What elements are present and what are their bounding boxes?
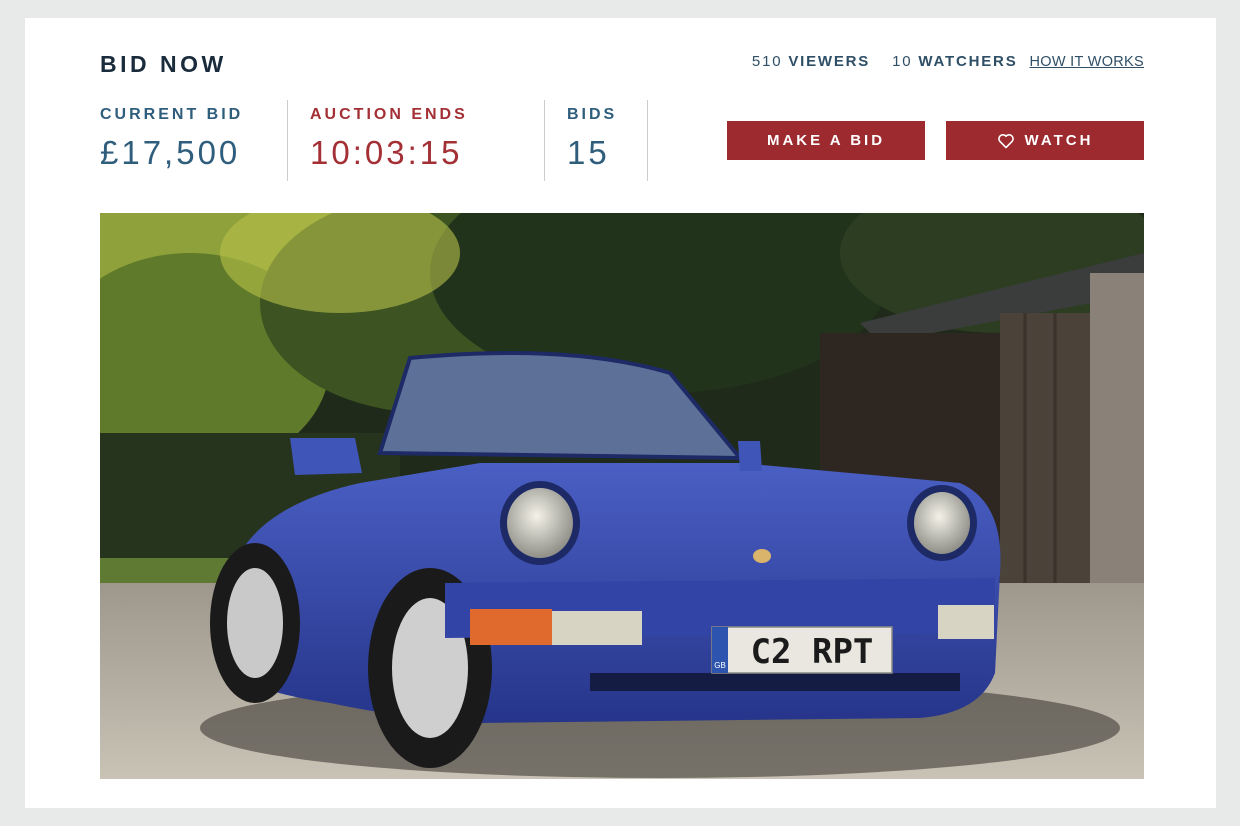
audience-stats: 510 VIEWERS 10 WATCHERS HOW IT WORKS xyxy=(752,53,1144,70)
current-bid-metric: CURRENT BID £17,500 xyxy=(100,100,287,181)
license-plate-text: C2 RPT xyxy=(751,632,874,672)
viewers-stat: 510 VIEWERS xyxy=(752,53,870,70)
car-photo: GB C2 RPT xyxy=(100,213,1144,779)
page-title: BID NOW xyxy=(100,51,227,77)
bids-label: BIDS xyxy=(567,106,618,123)
viewers-label: VIEWERS xyxy=(788,53,871,70)
auction-ends-metric: AUCTION ENDS 10:03:15 xyxy=(287,100,544,181)
auction-metrics: CURRENT BID £17,500 AUCTION ENDS 10:03:1… xyxy=(100,100,648,181)
auction-ends-value: 10:03:15 xyxy=(310,134,463,171)
watchers-stat: 10 WATCHERS xyxy=(892,53,1017,70)
auction-ends-label: AUCTION ENDS xyxy=(310,106,468,123)
bids-metric: BIDS 15 xyxy=(544,100,648,181)
plate-badge: GB xyxy=(714,661,726,670)
how-it-works-link[interactable]: HOW IT WORKS xyxy=(1030,54,1145,70)
watch-button[interactable]: WATCH xyxy=(946,121,1144,160)
bids-value: 15 xyxy=(567,134,610,171)
watchers-count: 10 xyxy=(892,53,913,70)
current-bid-label: CURRENT BID xyxy=(100,106,244,123)
car-photo-illustration: GB C2 RPT xyxy=(100,213,1144,779)
watch-label: WATCH xyxy=(1024,132,1094,149)
make-a-bid-label: MAKE A BID xyxy=(766,132,886,149)
watchers-label: WATCHERS xyxy=(918,53,1018,70)
heart-icon xyxy=(997,133,1014,148)
current-bid-value: £17,500 xyxy=(100,134,241,171)
bid-panel: BID NOW 510 VIEWERS 10 WATCHERS HOW IT W… xyxy=(25,18,1216,808)
viewers-count: 510 xyxy=(751,53,783,70)
make-a-bid-button[interactable]: MAKE A BID xyxy=(727,121,925,160)
